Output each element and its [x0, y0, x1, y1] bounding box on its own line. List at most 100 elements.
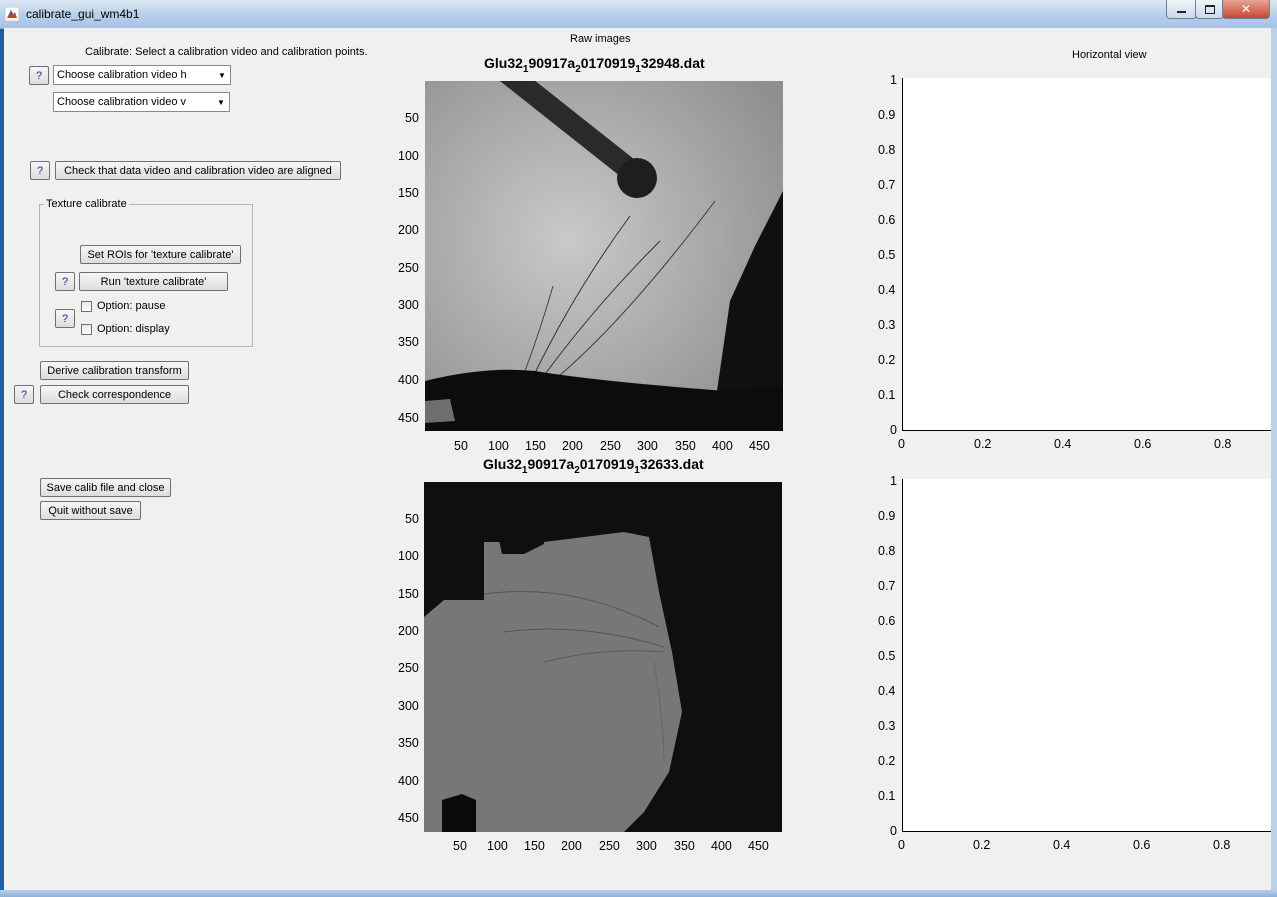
horizontal-view-heading: Horizontal view	[1072, 49, 1147, 61]
x-tick: 200	[562, 439, 583, 453]
video-v-select-value: Choose calibration video v	[57, 96, 187, 108]
y-tick: 0.6	[878, 213, 896, 227]
minimize-icon	[1177, 11, 1186, 13]
x-tick: 0.8	[1214, 437, 1232, 451]
x-tick: 250	[599, 839, 620, 853]
minimize-button[interactable]	[1166, 0, 1197, 19]
x-tick: 50	[453, 839, 467, 853]
x-tick: 0.6	[1133, 838, 1151, 852]
quit-without-save-button[interactable]: Quit without save	[40, 501, 141, 520]
video-h-select-value: Choose calibration video h	[57, 69, 187, 81]
y-tick: 450	[398, 811, 419, 825]
help-button-options[interactable]: ?	[55, 309, 75, 328]
chevron-down-icon[interactable]: ▼	[214, 66, 230, 84]
y-tick: 0	[890, 824, 897, 838]
window-frame-right	[1271, 28, 1277, 890]
horizontal-view-bottom-plot[interactable]	[902, 479, 1271, 832]
x-tick: 0.4	[1053, 838, 1071, 852]
y-tick: 0.2	[878, 754, 896, 768]
y-tick: 100	[398, 549, 419, 563]
x-tick: 0.2	[973, 838, 991, 852]
option-pause-checkbox[interactable]	[81, 301, 92, 312]
x-tick: 0	[898, 437, 905, 451]
y-tick: 0.4	[878, 283, 896, 297]
y-tick: 0.9	[878, 509, 896, 523]
calibrate-instruction: Calibrate: Select a calibration video an…	[85, 46, 368, 58]
y-tick: 200	[398, 624, 419, 638]
run-texture-button[interactable]: Run 'texture calibrate'	[79, 272, 228, 291]
window-frame-bottom	[0, 890, 1277, 897]
y-tick: 0.7	[878, 178, 896, 192]
y-tick: 0.7	[878, 579, 896, 593]
help-button-correspondence[interactable]: ?	[14, 385, 34, 404]
help-button-texture[interactable]: ?	[55, 272, 75, 291]
y-tick: 0.5	[878, 649, 896, 663]
y-tick: 50	[405, 111, 419, 125]
x-tick: 0.2	[974, 437, 992, 451]
x-tick: 100	[487, 839, 508, 853]
y-tick: 0.1	[878, 388, 896, 402]
video-h-select[interactable]: Choose calibration video h ▼	[53, 65, 231, 85]
y-tick: 50	[405, 512, 419, 526]
help-button-aligned[interactable]: ?	[30, 161, 50, 180]
maximize-button[interactable]	[1195, 0, 1224, 19]
y-tick: 0.4	[878, 684, 896, 698]
bottom-raw-image-content	[424, 482, 782, 832]
x-tick: 300	[637, 439, 658, 453]
y-tick: 0.3	[878, 719, 896, 733]
y-tick: 0.3	[878, 318, 896, 332]
y-tick: 0	[890, 423, 897, 437]
y-tick: 300	[398, 699, 419, 713]
y-tick: 300	[398, 298, 419, 312]
x-tick: 0.6	[1134, 437, 1152, 451]
top-image-title: Glu32190917a20170919132948.dat	[484, 55, 705, 75]
y-tick: 150	[398, 186, 419, 200]
option-display-checkbox[interactable]	[81, 324, 92, 335]
y-tick: 250	[398, 661, 419, 675]
x-tick: 350	[674, 839, 695, 853]
y-tick: 0.9	[878, 108, 896, 122]
raw-images-heading: Raw images	[570, 33, 631, 45]
save-and-close-button[interactable]: Save calib file and close	[40, 478, 171, 497]
x-tick: 350	[675, 439, 696, 453]
derive-transform-button[interactable]: Derive calibration transform	[40, 361, 189, 380]
y-tick: 100	[398, 149, 419, 163]
x-tick: 200	[561, 839, 582, 853]
bottom-raw-image[interactable]	[424, 482, 782, 832]
check-correspondence-button[interactable]: Check correspondence	[40, 385, 189, 404]
x-tick: 150	[524, 839, 545, 853]
check-aligned-button[interactable]: Check that data video and calibration vi…	[55, 161, 341, 180]
top-raw-image-content	[425, 81, 783, 431]
window-titlebar[interactable]: calibrate_gui_wm4b1 ✕	[0, 0, 1277, 29]
x-tick: 400	[711, 839, 732, 853]
matlab-icon	[5, 7, 19, 21]
y-tick: 0.2	[878, 353, 896, 367]
video-v-select[interactable]: Choose calibration video v ▼	[53, 92, 230, 112]
y-tick: 400	[398, 774, 419, 788]
help-button-video[interactable]: ?	[29, 66, 49, 85]
y-tick: 0.5	[878, 248, 896, 262]
y-tick: 200	[398, 223, 419, 237]
x-tick: 450	[749, 439, 770, 453]
option-display-label: Option: display	[97, 323, 170, 335]
y-tick: 150	[398, 587, 419, 601]
x-tick: 400	[712, 439, 733, 453]
top-raw-image[interactable]	[425, 81, 783, 431]
y-tick: 0.8	[878, 544, 896, 558]
x-tick: 150	[525, 439, 546, 453]
close-button[interactable]: ✕	[1222, 0, 1270, 19]
x-tick: 0.8	[1213, 838, 1231, 852]
x-tick: 100	[488, 439, 509, 453]
x-tick: 0	[898, 838, 905, 852]
figure-client-area: Calibrate: Select a calibration video an…	[4, 28, 1271, 890]
y-tick: 0.1	[878, 789, 896, 803]
set-rois-button[interactable]: Set ROIs for 'texture calibrate'	[80, 245, 241, 264]
y-tick: 400	[398, 373, 419, 387]
texture-calibrate-title: Texture calibrate	[44, 198, 129, 210]
window-title: calibrate_gui_wm4b1	[26, 7, 140, 21]
x-tick: 300	[636, 839, 657, 853]
horizontal-view-top-plot[interactable]	[902, 78, 1271, 431]
y-tick: 0.8	[878, 143, 896, 157]
y-tick: 350	[398, 736, 419, 750]
chevron-down-icon[interactable]: ▼	[213, 93, 229, 111]
